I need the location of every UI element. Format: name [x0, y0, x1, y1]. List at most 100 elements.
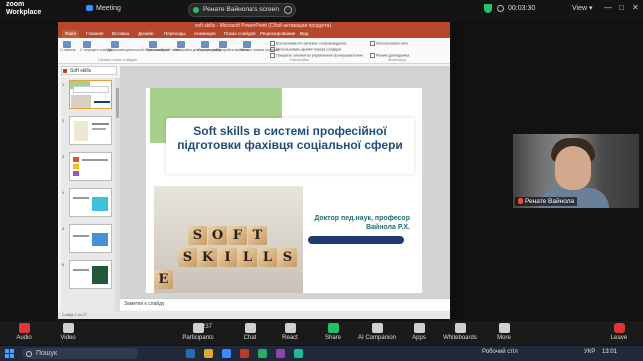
toolbar-label: Video	[60, 335, 76, 341]
custom-show-button[interactable]: Произвольный показ	[146, 41, 181, 53]
slide-thumbnail[interactable]	[69, 188, 112, 217]
meeting-title[interactable]: Meeting	[86, 5, 121, 12]
taskbar-clock[interactable]: 13:01	[602, 349, 617, 355]
share-status-icon	[193, 7, 199, 13]
setup-show-button[interactable]: Настройка демонстрации	[174, 41, 217, 53]
file-explorer-icon[interactable]	[204, 349, 213, 358]
ribbon-tabs: Файл Главная Вставка Дизайн Переходы Ани…	[58, 30, 450, 38]
leave-icon	[613, 323, 625, 333]
desktop-label[interactable]: Робочий стіл	[482, 349, 518, 355]
more-button[interactable]: More	[482, 323, 526, 344]
media-controls-checkbox[interactable]: Показать элементы управления проигрывате…	[270, 53, 363, 58]
slide-thumbnails: 1 2 3 4 5 6	[61, 78, 117, 312]
tab-transitions[interactable]: Переходы	[164, 31, 186, 36]
notes-pane[interactable]: Заметки к слайду	[120, 298, 450, 310]
ai-companion-button[interactable]: AI Companion	[355, 323, 399, 344]
participants-button[interactable]: 237 Participants	[176, 323, 220, 344]
record-icon	[243, 41, 251, 48]
tab-home[interactable]: Главная	[86, 31, 103, 36]
apps-button[interactable]: Apps	[397, 323, 441, 344]
slide-thumbnail[interactable]	[69, 260, 112, 289]
blue-accent-bar	[308, 236, 404, 244]
screen-share-indicator[interactable]: Ренате Вайнола's screen	[188, 3, 296, 17]
share-screen-icon	[327, 323, 339, 333]
edge-app-icon[interactable]	[294, 349, 303, 358]
tab-animations[interactable]: Анимация	[194, 31, 216, 36]
toolbar-label: Leave	[610, 335, 628, 341]
taskview-icon[interactable]	[186, 349, 195, 358]
ribbon-label: Запись показа слайдов	[240, 48, 279, 52]
view-button[interactable]: View ▾	[572, 4, 593, 12]
slide-thumbnail[interactable]	[69, 224, 112, 253]
from-beginning-button[interactable]: С начала	[60, 41, 75, 53]
leave-button[interactable]: Leave	[597, 323, 641, 344]
taskbar-search[interactable]: Пошук	[22, 348, 138, 359]
recording-icon	[497, 5, 504, 12]
broadcast-button[interactable]: Широковещательный показ слайдов	[108, 41, 169, 53]
letter-cube: E	[154, 270, 173, 289]
language-indicator[interactable]: УКР	[584, 349, 595, 355]
letter-cube: L	[238, 248, 257, 267]
slide-title-box[interactable]: Soft skills в системі професійної підгот…	[166, 118, 414, 174]
slide-number: 6	[62, 262, 65, 267]
slide-number: 2	[62, 118, 65, 123]
participant-video-tile[interactable]: Ренате Вайнола	[513, 134, 639, 208]
letter-cube: S	[278, 248, 297, 267]
timings-checkbox[interactable]: Использовать время показа слайдов	[270, 47, 341, 52]
tab-file[interactable]: Файл	[62, 30, 80, 38]
chat-button[interactable]: Chat	[228, 323, 272, 344]
minimize-share-icon[interactable]	[284, 6, 292, 14]
ribbon: С начала С текущего слайда Широковещател…	[58, 38, 450, 64]
scrollbar-thumb[interactable]	[116, 88, 119, 118]
powerpoint-app-icon[interactable]	[240, 349, 249, 358]
rehearse-timings-button[interactable]: Настройка времени	[216, 41, 249, 53]
setup-icon	[177, 41, 185, 48]
ppt-title-bar: soft skills - Microsoft PowerPoint (Сбой…	[58, 22, 450, 30]
thumb-title-box	[73, 86, 109, 93]
participant-face	[555, 146, 591, 190]
security-shield-icon[interactable]	[484, 4, 492, 13]
hide-slide-button[interactable]: Скрыть слайд	[198, 41, 221, 53]
status-bar: Слайд 1 из 27	[58, 311, 450, 319]
whiteboards-button[interactable]: Whiteboards	[438, 323, 482, 344]
slide-thumbnail[interactable]	[69, 152, 112, 181]
logo-product: Workplace	[6, 9, 42, 16]
close-icon[interactable]: ✕	[632, 3, 639, 12]
viber-app-icon[interactable]	[276, 349, 285, 358]
monitor-select[interactable]: Использовать мон	[370, 41, 408, 46]
play-current-icon	[83, 41, 91, 48]
record-show-button[interactable]: Запись показа слайдов	[240, 41, 279, 53]
maximize-icon[interactable]: □	[619, 3, 624, 12]
video-button[interactable]: Video	[46, 323, 90, 344]
from-current-button[interactable]: С текущего слайда	[80, 41, 112, 53]
participant-name-label: Ренате Вайнола	[515, 197, 578, 206]
gallery-divider[interactable]	[452, 22, 457, 319]
tab-insert[interactable]: Вставка	[112, 31, 129, 36]
letter-cube: S	[178, 248, 197, 267]
audio-button[interactable]: Audio	[2, 323, 46, 344]
tab-design[interactable]: Дизайн	[138, 31, 153, 36]
zoom-logo: zoom Workplace	[6, 1, 41, 17]
tab-slideshow[interactable]: Показ слайдов	[224, 31, 256, 36]
muted-mic-icon	[518, 198, 523, 205]
tab-view[interactable]: Вид	[300, 31, 308, 36]
current-slide[interactable]: Soft skills в системі професійної підгот…	[146, 88, 422, 293]
narration-checkbox[interactable]: Воспроизвести речевое сопровождение	[270, 41, 347, 46]
windows-start-icon[interactable]	[5, 349, 14, 358]
slide-title: Soft skills в системі професійної підгот…	[177, 124, 403, 152]
slide-thumbnail[interactable]	[69, 116, 112, 145]
toolbar-label: Chat	[243, 335, 257, 341]
slide-thumbnail[interactable]	[69, 80, 112, 109]
slides-panel-tab[interactable]: Soft skills	[61, 66, 117, 75]
react-button[interactable]: React	[268, 323, 312, 344]
chrome-app-icon[interactable]	[258, 349, 267, 358]
zoom-app-icon[interactable]	[222, 349, 231, 358]
minimize-icon[interactable]: —	[604, 3, 612, 12]
share-button[interactable]: Share	[311, 323, 355, 344]
thumb-image	[92, 197, 108, 211]
thumb-text	[92, 128, 106, 130]
whiteboard-icon	[454, 323, 466, 333]
group-monitors: Мониторы	[388, 58, 407, 62]
tab-review[interactable]: Рецензирование	[260, 31, 295, 36]
toolbar-label: Whiteboards	[443, 335, 477, 341]
